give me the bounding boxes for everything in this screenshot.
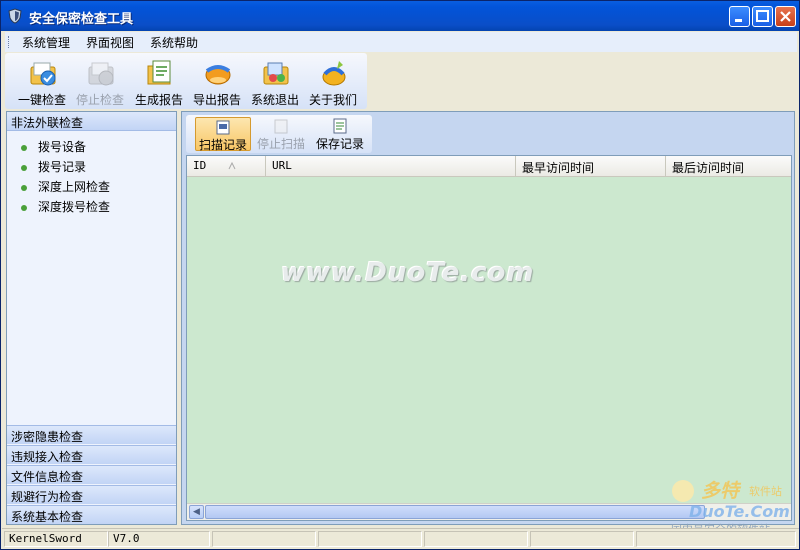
status-bar: KernelSword V7.0	[2, 528, 799, 549]
status-cell-empty	[212, 531, 316, 547]
stop-check-icon	[88, 62, 114, 86]
report-icon	[147, 60, 171, 85]
scan-icon	[216, 120, 230, 135]
maximize-button[interactable]	[752, 6, 773, 27]
status-cell-empty	[530, 531, 634, 547]
one-click-check-label: 一键检查	[17, 93, 66, 107]
menu-grip[interactable]	[8, 36, 11, 48]
scrollbar-thumb[interactable]	[205, 505, 705, 519]
maximize-icon	[756, 10, 769, 22]
menu-help[interactable]: 系统帮助	[150, 34, 198, 51]
nav-item-deep-dial-check[interactable]: 深度拨号检查	[21, 198, 110, 215]
close-icon	[780, 11, 791, 22]
window-title: 安全保密检查工具	[29, 12, 134, 27]
export-report-button[interactable]: 导出报告	[188, 56, 246, 108]
stop-scan-label: 停止扫描	[257, 137, 306, 151]
section-secret-risk[interactable]: 涉密隐患检查	[7, 425, 176, 444]
stop-check-label: 停止检查	[75, 93, 124, 107]
scroll-left-arrow-icon[interactable]: ◀	[189, 505, 204, 519]
nav-item-dial-device[interactable]: 拨号设备	[21, 138, 86, 155]
section-illegal-connection[interactable]: 非法外联检查	[7, 112, 176, 131]
nav-item-label: 拨号记录	[38, 160, 87, 174]
menu-system-manage[interactable]: 系统管理	[22, 34, 70, 51]
about-icon	[322, 61, 346, 86]
svg-text:软件站: 软件站	[749, 484, 782, 498]
close-button[interactable]	[775, 6, 796, 27]
save-icon	[333, 118, 347, 134]
menu-bar: 系统管理 界面视图 系统帮助	[5, 32, 797, 52]
status-version: V7.0	[108, 531, 210, 547]
save-record-label: 保存记录	[316, 137, 365, 151]
scan-record-button[interactable]: 扫描记录	[195, 117, 252, 152]
url-record-table: ID URL 最早访问时间 最后访问时间 www.DuoTe.com ◀	[186, 155, 792, 521]
col-header-first-visit[interactable]: 最早访问时间	[516, 156, 666, 176]
shield-icon	[8, 8, 22, 24]
main-toolbar: 一键检查 停止检查 生成报告 导出报告 系统退出 关于我们	[5, 53, 367, 109]
minimize-icon	[735, 19, 742, 22]
bullet-icon	[21, 164, 27, 171]
folder-check-icon	[30, 62, 56, 86]
content-panel: 扫描记录 停止扫描 保存记录 ID URL 最早访问时间 最后访问时间 www.…	[181, 111, 795, 525]
table-header: ID URL 最早访问时间 最后访问时间	[187, 156, 791, 177]
status-cell-empty	[636, 531, 796, 547]
system-exit-button[interactable]: 系统退出	[246, 56, 304, 108]
status-product: KernelSword	[4, 531, 108, 547]
status-cell-empty	[318, 531, 422, 547]
sort-asc-icon	[228, 161, 236, 170]
scan-toolbar: 扫描记录 停止扫描 保存记录	[186, 115, 372, 153]
col-header-id[interactable]: ID	[187, 156, 266, 176]
about-us-label: 关于我们	[308, 93, 357, 107]
svg-text:DuoTe.Com: DuoTe.Com	[689, 502, 790, 521]
system-exit-label: 系统退出	[250, 93, 299, 107]
section-illegal-access[interactable]: 违规接入检查	[7, 445, 176, 464]
app-window: 安全保密检查工具 系统管理 界面视图 系统帮助 一键检查 停止检查 生成报告 导…	[0, 0, 800, 550]
generate-report-button[interactable]: 生成报告	[130, 56, 188, 108]
title-bar[interactable]: 安全保密检查工具	[1, 1, 799, 31]
scan-record-label: 扫描记录	[199, 138, 248, 152]
section-file-info[interactable]: 文件信息检查	[7, 465, 176, 484]
svg-text:多特: 多特	[701, 480, 742, 502]
export-icon	[205, 65, 231, 85]
stop-scan-icon	[274, 119, 288, 134]
nav-item-deep-internet-check[interactable]: 深度上网检查	[21, 178, 110, 195]
section-evasion-behavior[interactable]: 规避行为检查	[7, 485, 176, 504]
exit-icon	[263, 62, 289, 85]
nav-item-dial-record[interactable]: 拨号记录	[21, 158, 86, 175]
bullet-icon	[21, 204, 27, 211]
menu-view[interactable]: 界面视图	[86, 34, 134, 51]
bullet-icon	[21, 144, 27, 151]
stop-scan-button[interactable]: 停止扫描	[254, 117, 308, 151]
section-system-basic[interactable]: 系统基本检查	[7, 505, 176, 524]
generate-report-label: 生成报告	[134, 93, 183, 107]
one-click-check-button[interactable]: 一键检查	[13, 56, 71, 108]
status-cell-empty	[424, 531, 528, 547]
save-record-button[interactable]: 保存记录	[313, 117, 367, 151]
nav-item-label: 深度拨号检查	[38, 200, 111, 214]
col-header-id-label: ID	[193, 159, 207, 172]
about-us-button[interactable]: 关于我们	[304, 56, 362, 108]
nav-item-label: 拨号设备	[38, 140, 87, 154]
col-header-url[interactable]: URL	[266, 156, 516, 176]
left-nav-panel: 非法外联检查 拨号设备 拨号记录 深度上网检查 深度拨号检查 涉密隐患检查 违规…	[6, 111, 177, 525]
nav-item-label: 深度上网检查	[38, 180, 111, 194]
minimize-button[interactable]	[729, 6, 750, 27]
export-report-label: 导出报告	[192, 93, 241, 107]
watermark-text: www.DuoTe.com	[281, 258, 535, 288]
col-header-last-visit[interactable]: 最后访问时间	[666, 156, 791, 176]
bullet-icon	[21, 184, 27, 191]
stop-check-button[interactable]: 停止检查	[71, 56, 129, 108]
